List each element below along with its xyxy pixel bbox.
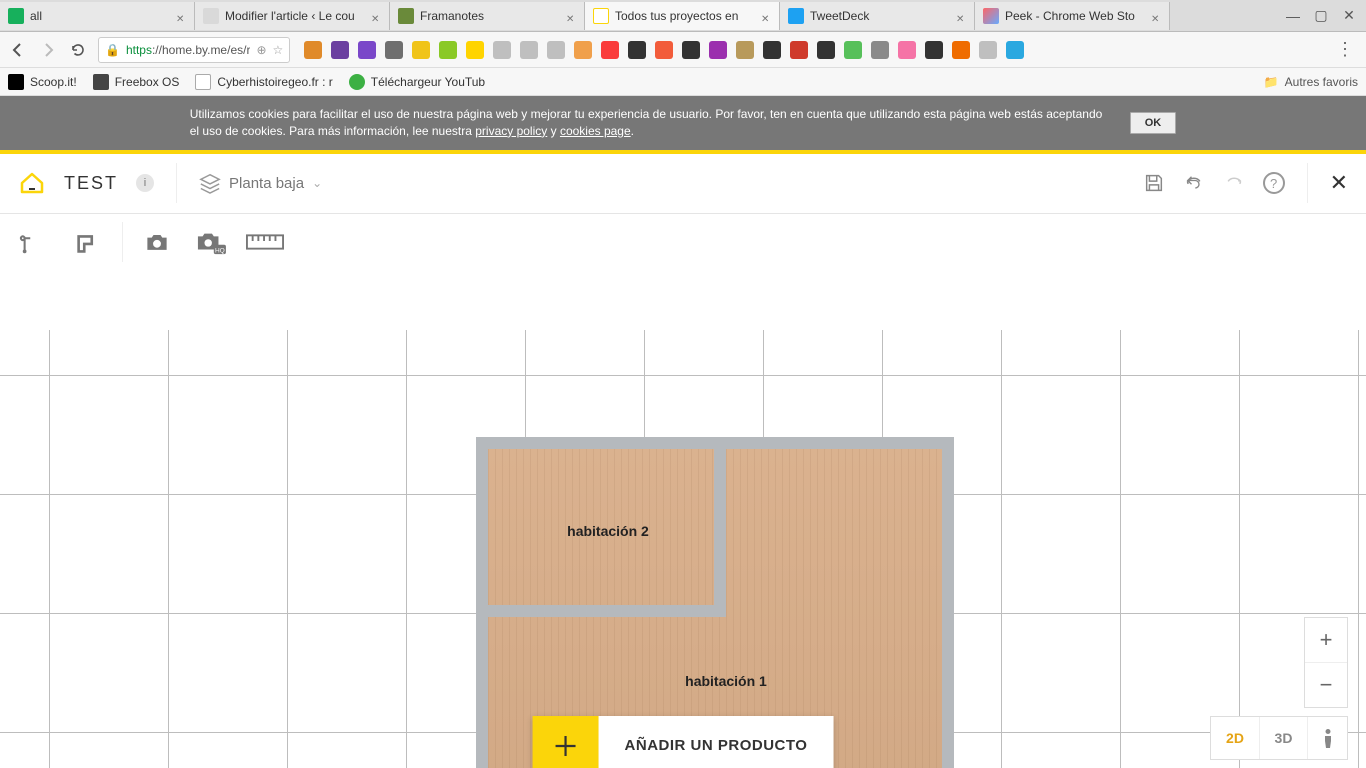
camera-hq-icon[interactable]: HQ: [191, 222, 231, 262]
browser-menu-button[interactable]: ⋮: [1332, 39, 1358, 60]
forward-button[interactable]: [38, 40, 58, 60]
window-close-icon[interactable]: ✕: [1342, 9, 1356, 23]
close-icon[interactable]: [1151, 11, 1161, 21]
new-tab-button[interactable]: [1170, 2, 1200, 30]
chevron-down-icon: ⌄: [312, 176, 322, 190]
extension-icon[interactable]: [466, 41, 484, 59]
bookmark-item[interactable]: Téléchargeur YouTub: [349, 74, 485, 90]
zoom-out-button[interactable]: −: [1305, 663, 1347, 707]
view-3d-button[interactable]: 3D: [1259, 717, 1307, 759]
browser-tab[interactable]: all: [0, 2, 195, 30]
extension-icon[interactable]: [736, 41, 754, 59]
reload-button[interactable]: [68, 40, 88, 60]
save-icon[interactable]: [1143, 172, 1165, 194]
view-walkthrough-button[interactable]: [1307, 717, 1347, 759]
extension-icon[interactable]: [304, 41, 322, 59]
extension-icon[interactable]: [871, 41, 889, 59]
extension-icon[interactable]: [1006, 41, 1024, 59]
extension-icon[interactable]: [979, 41, 997, 59]
redo-icon[interactable]: [1223, 172, 1245, 194]
extension-icon[interactable]: [628, 41, 646, 59]
cookie-banner: Utilizamos cookies para facilitar el uso…: [0, 96, 1366, 150]
extension-icon[interactable]: [358, 41, 376, 59]
undo-icon[interactable]: [1183, 172, 1205, 194]
extension-icon[interactable]: [601, 41, 619, 59]
close-icon[interactable]: [956, 11, 966, 21]
extension-icons: [300, 41, 1322, 59]
plus-icon: [533, 716, 599, 768]
extension-icon[interactable]: [817, 41, 835, 59]
bookmark-item[interactable]: Cyberhistoiregeo.fr : r: [195, 74, 332, 90]
view-2d-button[interactable]: 2D: [1211, 717, 1259, 759]
extension-icon[interactable]: [844, 41, 862, 59]
address-bar[interactable]: 🔒 https://home.by.me/es/r ⊕ ☆: [98, 37, 290, 63]
window-minimize-icon[interactable]: —: [1286, 9, 1300, 23]
close-icon[interactable]: [371, 11, 381, 21]
floor-label: Planta baja: [229, 175, 304, 192]
browser-tab-strip: all Modifier l'article ‹ Le cou Framanot…: [0, 0, 1366, 32]
browser-tab[interactable]: Modifier l'article ‹ Le cou: [195, 2, 390, 30]
extension-icon[interactable]: [709, 41, 727, 59]
home-logo-icon[interactable]: [18, 169, 46, 197]
close-icon[interactable]: [176, 11, 186, 21]
close-icon[interactable]: [566, 11, 576, 21]
privacy-link[interactable]: privacy policy: [475, 124, 547, 138]
room-label-1: habitación 1: [685, 673, 767, 689]
camera-icon[interactable]: [137, 222, 177, 262]
extension-icon[interactable]: [655, 41, 673, 59]
translate-icon[interactable]: ⊕: [256, 43, 266, 57]
info-icon[interactable]: i: [136, 174, 154, 192]
close-icon[interactable]: [761, 11, 771, 21]
bookmark-item[interactable]: Freebox OS: [93, 74, 180, 90]
extension-icon[interactable]: [790, 41, 808, 59]
back-button[interactable]: [8, 40, 28, 60]
draw-room-tool-icon[interactable]: [68, 222, 108, 262]
zoom-in-button[interactable]: +: [1305, 618, 1347, 662]
browser-tab[interactable]: TweetDeck: [780, 2, 975, 30]
extension-icon[interactable]: [925, 41, 943, 59]
extension-icon[interactable]: [763, 41, 781, 59]
window-maximize-icon[interactable]: ▢: [1314, 9, 1328, 23]
extension-icon[interactable]: [574, 41, 592, 59]
floor-selector[interactable]: Planta baja ⌄: [199, 172, 322, 194]
add-product-label: AÑADIR UN PRODUCTO: [599, 716, 834, 768]
extension-icon[interactable]: [547, 41, 565, 59]
bookmark-item[interactable]: Scoop.it!: [8, 74, 77, 90]
help-icon[interactable]: ?: [1263, 172, 1285, 194]
svg-text:HQ: HQ: [215, 247, 225, 254]
cookie-ok-button[interactable]: OK: [1130, 112, 1177, 134]
extension-icon[interactable]: [331, 41, 349, 59]
other-bookmarks[interactable]: 📁Autres favoris: [1264, 75, 1358, 89]
extension-icon[interactable]: [385, 41, 403, 59]
layers-icon: [199, 172, 221, 194]
star-icon[interactable]: ☆: [273, 43, 284, 57]
draw-wall-tool-icon[interactable]: [14, 222, 54, 262]
extension-icon[interactable]: [439, 41, 457, 59]
folder-icon: 📁: [1264, 75, 1279, 89]
add-product-button[interactable]: AÑADIR UN PRODUCTO: [533, 716, 834, 768]
browser-tab[interactable]: Peek - Chrome Web Sto: [975, 2, 1170, 30]
extension-icon[interactable]: [682, 41, 700, 59]
project-title: TEST: [64, 173, 118, 194]
ruler-icon[interactable]: [245, 222, 285, 262]
extension-icon[interactable]: [520, 41, 538, 59]
browser-tab[interactable]: Todos tus proyectos en: [585, 2, 780, 30]
extension-icon[interactable]: [493, 41, 511, 59]
cookie-text: Utilizamos cookies para facilitar el uso…: [190, 107, 1103, 138]
cookies-link[interactable]: cookies page: [560, 124, 631, 138]
lock-icon: 🔒: [105, 43, 120, 57]
extension-icon[interactable]: [412, 41, 430, 59]
extension-icon[interactable]: [952, 41, 970, 59]
person-icon: [1321, 728, 1335, 748]
room-label-2: habitación 2: [567, 523, 649, 539]
extension-icon[interactable]: [898, 41, 916, 59]
close-icon[interactable]: ✕: [1330, 170, 1348, 196]
browser-tab[interactable]: Framanotes: [390, 2, 585, 30]
